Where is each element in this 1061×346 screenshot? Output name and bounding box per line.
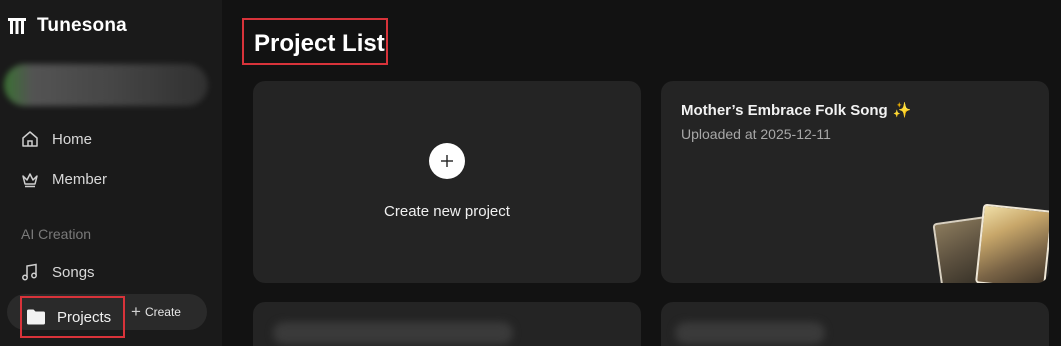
home-icon	[22, 131, 38, 147]
plus-icon: +	[131, 302, 141, 321]
sidebar-item-label: Songs	[52, 263, 95, 281]
blurred-content	[675, 322, 825, 344]
sidebar: Tunesona Home Member AI Creation Songs P…	[0, 0, 222, 346]
app-root: Tunesona Home Member AI Creation Songs P…	[0, 0, 1061, 346]
create-new-project-card[interactable]: Create new project	[253, 81, 641, 283]
project-card-blurred[interactable]	[253, 302, 641, 346]
section-label-ai-creation: AI Creation	[21, 226, 92, 242]
brand[interactable]: Tunesona	[7, 14, 127, 38]
sidebar-item-projects[interactable]: Projects	[20, 296, 125, 338]
folder-icon	[27, 309, 45, 325]
project-card-blurred[interactable]	[661, 302, 1049, 346]
brand-name: Tunesona	[37, 15, 127, 36]
project-upload-date: Uploaded at 2025-12-11	[681, 126, 831, 142]
crown-icon	[22, 173, 38, 188]
create-project-button[interactable]: + Create	[131, 302, 181, 322]
sidebar-item-label: Member	[52, 170, 108, 188]
project-thumbnail-stack	[932, 203, 1049, 283]
project-card[interactable]: Mother’s Embrace Folk Song ✨ Uploaded at…	[661, 81, 1049, 283]
create-label: Create	[144, 305, 181, 319]
music-note-icon	[22, 263, 37, 281]
tunesona-logo-icon	[8, 18, 26, 34]
page-title: Project List	[254, 30, 385, 57]
sidebar-item-home[interactable]: Home	[20, 127, 92, 151]
project-thumbnail-image	[975, 203, 1049, 283]
project-title: Mother’s Embrace Folk Song ✨	[681, 101, 912, 120]
sidebar-item-label: Home	[52, 130, 93, 148]
add-circle-button[interactable]	[429, 143, 465, 179]
user-profile-blurred[interactable]	[4, 64, 208, 106]
blurred-content	[273, 322, 513, 344]
create-new-project-label: Create new project	[384, 203, 510, 220]
sidebar-item-label: Projects	[57, 308, 112, 326]
plus-icon	[441, 155, 453, 167]
project-title-text: Mother’s Embrace Folk Song	[681, 101, 888, 119]
sidebar-item-member[interactable]: Member	[20, 167, 107, 191]
sidebar-item-songs[interactable]: Songs	[20, 260, 95, 284]
sparkle-icon: ✨	[892, 102, 912, 119]
